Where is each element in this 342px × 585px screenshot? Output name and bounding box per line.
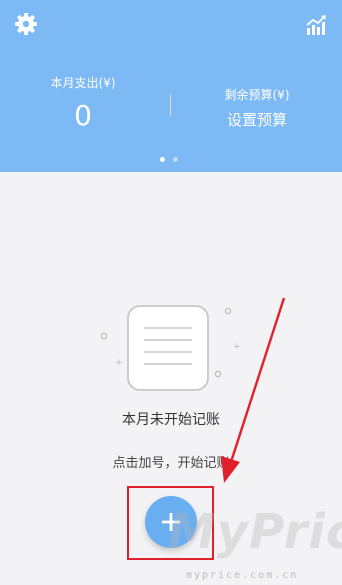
gear-icon[interactable]: [14, 12, 38, 36]
empty-ledger-illustration: + +: [96, 300, 246, 400]
carousel-indicator: [160, 157, 184, 163]
watermark-brand: MyPrice: [168, 504, 342, 560]
remaining-budget: 剩余预算(¥) 设置预算: [196, 86, 318, 130]
trend-chart-icon[interactable]: [305, 14, 327, 36]
watermark-domain: myprice.com.cn: [186, 570, 299, 581]
carousel-dot[interactable]: [173, 157, 178, 162]
svg-text:+: +: [233, 342, 241, 352]
monthly-expense: 本月支出(¥) 0: [22, 74, 144, 132]
carousel-dot-active[interactable]: [160, 157, 165, 162]
budget-label: 剩余预算(¥): [224, 88, 290, 102]
set-budget-link[interactable]: 设置预算: [196, 109, 318, 130]
svg-text:+: +: [115, 358, 123, 368]
header-panel: 本月支出(¥) 0 剩余预算(¥) 设置预算: [0, 0, 342, 172]
stat-divider: [170, 94, 171, 116]
expense-value: 0: [74, 99, 92, 132]
expense-label: 本月支出(¥): [50, 76, 116, 90]
empty-state-hint: 点击加号，开始记账: [112, 456, 230, 471]
empty-state-title: 本月未开始记账: [122, 412, 220, 428]
